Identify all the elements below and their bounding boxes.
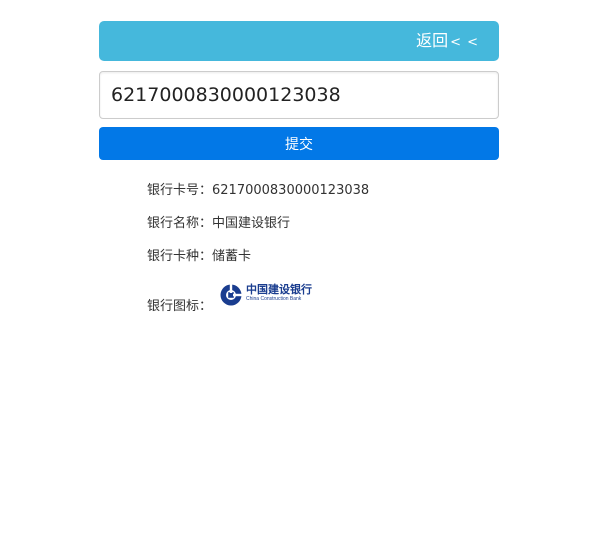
page: 返回< < 提交 银行卡号：6217000830000123038 银行名称：中… (0, 0, 596, 558)
card-number-input[interactable] (99, 71, 499, 119)
bank-name-label: 银行名称： (147, 216, 213, 231)
ccb-logo-icon (220, 284, 242, 306)
submit-button[interactable]: 提交 (99, 127, 499, 160)
back-label: 返回 (416, 31, 449, 50)
bank-logo-label: 银行图标： (147, 299, 213, 314)
card-type-row: 银行卡种：储蓄卡 (147, 245, 251, 264)
bank-name-value: 中国建设银行 (212, 216, 291, 231)
card-type-label: 银行卡种： (147, 249, 213, 264)
back-arrows-icon: < < (450, 35, 479, 50)
card-number-value: 6217000830000123038 (212, 183, 370, 198)
card-number-row: 银行卡号：6217000830000123038 (147, 179, 369, 198)
bank-logo: 中国建设银行 China Construction Bank (220, 283, 328, 307)
card-type-value: 储蓄卡 (212, 249, 252, 264)
top-bar: 返回 < < (99, 21, 499, 61)
bank-name-row: 银行名称：中国建设银行 (147, 212, 290, 231)
card-number-label: 银行卡号： (147, 183, 213, 198)
back-button[interactable]: 返回 < < (416, 21, 479, 61)
bank-logo-text-en: China Construction Bank (246, 296, 302, 302)
bank-logo-text-cn: 中国建设银行 (246, 283, 312, 296)
